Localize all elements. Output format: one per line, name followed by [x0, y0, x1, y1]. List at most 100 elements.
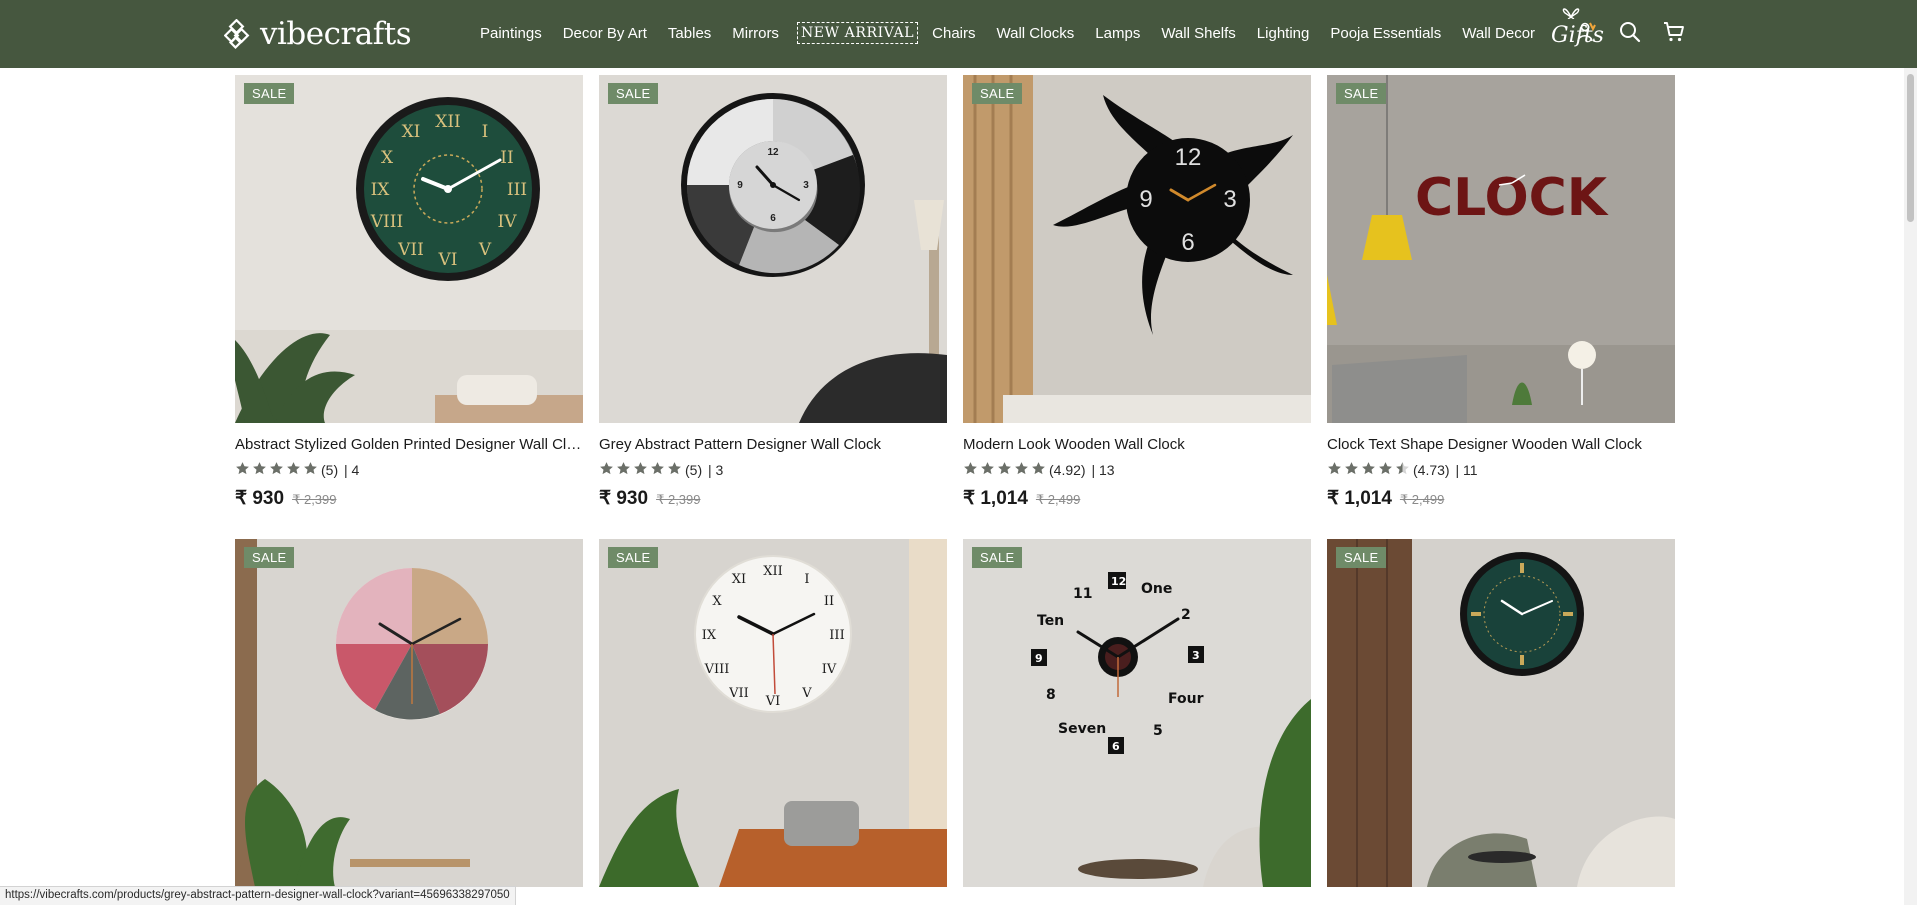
product-title[interactable]: Abstract Stylized Golden Printed Designe… — [235, 436, 583, 453]
product-image[interactable]: CLOCK SALE — [1327, 75, 1675, 423]
review-count: | 3 — [708, 462, 724, 478]
product-card[interactable]: SALE — [1327, 539, 1675, 887]
star-icon — [668, 462, 681, 475]
svg-text:VI: VI — [438, 250, 458, 270]
product-photo-emerald-gold-clock — [1327, 539, 1675, 887]
compare-price: ₹ 2,499 — [1399, 492, 1445, 507]
nav-mirrors[interactable]: Mirrors — [732, 25, 779, 42]
compare-price: ₹ 2,399 — [292, 492, 337, 507]
review-count: | 4 — [344, 462, 360, 478]
svg-text:5: 5 — [1153, 723, 1163, 739]
user-account-icon[interactable] — [1574, 20, 1598, 44]
cart-icon[interactable] — [1662, 20, 1686, 44]
rating-stars — [235, 461, 320, 479]
product-title[interactable]: Clock Text Shape Designer Wooden Wall Cl… — [1327, 436, 1675, 453]
sale-price: ₹ 1,014 — [963, 488, 1028, 509]
rating-value: (5) — [685, 462, 703, 478]
sale-badge: SALE — [972, 547, 1023, 568]
product-card[interactable]: 12 One 2 3 Four 5 6 Seven 8 9 Ten 11 SAL… — [963, 539, 1311, 887]
svg-text:2: 2 — [1181, 607, 1191, 623]
product-title[interactable]: Grey Abstract Pattern Designer Wall Cloc… — [599, 436, 947, 453]
svg-text:12: 12 — [1111, 575, 1126, 588]
star-icon — [253, 462, 266, 475]
nav-wall-shelfs[interactable]: Wall Shelfs — [1161, 25, 1235, 42]
product-card[interactable]: SALE — [235, 539, 583, 887]
sale-badge: SALE — [1336, 547, 1387, 568]
product-card[interactable]: 12 6 9 3 SALE Grey Abstract Pattern Designe… — [599, 75, 947, 510]
sale-badge: SALE — [608, 83, 659, 104]
star-icon — [1015, 462, 1028, 475]
star-icon — [617, 462, 630, 475]
brand-logo[interactable]: vibecrafts — [224, 14, 412, 54]
product-photo-swirl-wooden-clock: 12 6 9 3 — [963, 75, 1311, 423]
product-image[interactable]: 12 One 2 3 Four 5 6 Seven 8 9 Ten 11 SAL… — [963, 539, 1311, 887]
search-icon[interactable] — [1618, 20, 1642, 44]
nav-paintings[interactable]: Paintings — [480, 25, 542, 42]
svg-text:I: I — [482, 122, 489, 142]
rating-stars — [963, 461, 1048, 479]
product-photo-grey-abstract-clock: 12 6 9 3 — [599, 75, 947, 423]
product-image[interactable]: XII VI IX III I II IV V VII VIII X XI SALE — [599, 539, 947, 887]
product-title[interactable]: Modern Look Wooden Wall Clock — [963, 436, 1311, 453]
nav-pooja-essentials[interactable]: Pooja Essentials — [1330, 25, 1441, 42]
svg-text:Seven: Seven — [1058, 721, 1106, 737]
svg-text:IV: IV — [498, 212, 518, 232]
product-image[interactable]: SALE — [235, 539, 583, 887]
product-photo-white-roman-clock: XIIVI IX III III IVV VIIVIII XXI — [599, 539, 947, 887]
rating-stars — [1327, 461, 1412, 479]
site-header: vibecrafts Paintings Decor By Art Tables… — [0, 0, 1917, 68]
product-image[interactable]: SALE — [1327, 539, 1675, 887]
rating-value: (5) — [321, 462, 339, 478]
logo-mark-icon — [224, 19, 250, 49]
review-count: | 13 — [1091, 462, 1115, 478]
star-icon — [1328, 462, 1341, 475]
star-icon — [651, 462, 664, 475]
scrollbar-thumb[interactable] — [1907, 74, 1914, 222]
sale-badge: SALE — [608, 547, 659, 568]
product-rating: (4.73) | 11 — [1327, 461, 1675, 479]
svg-text:IX: IX — [702, 628, 717, 643]
svg-text:III: III — [507, 180, 527, 200]
compare-price: ₹ 2,499 — [1035, 492, 1081, 507]
product-card[interactable]: 12 6 9 3 SALE Modern Look Wooden Wall Clock — [963, 75, 1311, 510]
product-card[interactable]: CLOCK SALE Clock Text Shape Designer Woo… — [1327, 75, 1675, 510]
star-icon — [287, 462, 300, 475]
svg-text:6: 6 — [1181, 229, 1194, 256]
svg-text:VI: VI — [765, 694, 781, 709]
star-icon — [1345, 462, 1358, 475]
product-photo-diy-word-clock: 12 One 2 3 Four 5 6 Seven 8 9 Ten 11 — [963, 539, 1311, 887]
nav-new-arrival[interactable]: NEW ARRIVAL — [796, 22, 919, 44]
svg-text:9: 9 — [737, 180, 743, 191]
clock-text-sign: CLOCK — [1415, 168, 1609, 228]
svg-text:3: 3 — [1192, 649, 1200, 662]
nav-lamps[interactable]: Lamps — [1095, 25, 1140, 42]
svg-text:XI: XI — [732, 572, 746, 587]
svg-text:XI: XI — [402, 122, 421, 142]
product-card[interactable]: XII VI IX III I II IV V VII VIII X XI SALE Abs… — [235, 75, 583, 510]
header-actions — [1574, 20, 1686, 44]
product-image[interactable]: XII VI IX III I II IV V VII VIII X XI SALE — [235, 75, 583, 423]
gift-bow-icon — [1562, 7, 1580, 19]
product-image[interactable]: 12 6 9 3 SALE — [963, 75, 1311, 423]
product-price: ₹ 1,014 ₹ 2,499 — [963, 487, 1311, 510]
browser-status-url: https://vibecrafts.com/products/grey-abs… — [0, 886, 516, 905]
nav-wall-decor[interactable]: Wall Decor — [1462, 25, 1535, 42]
svg-text:VIII: VIII — [704, 662, 730, 677]
nav-wall-clocks[interactable]: Wall Clocks — [997, 25, 1075, 42]
nav-lighting[interactable]: Lighting — [1257, 25, 1310, 42]
svg-text:6: 6 — [1112, 740, 1120, 753]
product-image[interactable]: 12 6 9 3 SALE — [599, 75, 947, 423]
nav-chairs[interactable]: Chairs — [932, 25, 975, 42]
star-icon — [1379, 462, 1392, 475]
nav-decor-by-art[interactable]: Decor By Art — [563, 25, 647, 42]
svg-text:III: III — [829, 628, 844, 643]
svg-text:VIII: VIII — [370, 212, 403, 232]
sale-price: ₹ 930 — [235, 488, 285, 509]
nav-tables[interactable]: Tables — [668, 25, 711, 42]
main-navigation: Paintings Decor By Art Tables Mirrors NE… — [480, 0, 1604, 66]
product-price: ₹ 1,014 ₹ 2,499 — [1327, 487, 1675, 510]
svg-text:II: II — [824, 594, 834, 609]
product-rating: (5) | 4 — [235, 461, 583, 479]
sale-price: ₹ 930 — [599, 488, 649, 509]
product-card[interactable]: XII VI IX III I II IV V VII VIII X XI SALE — [599, 539, 947, 887]
